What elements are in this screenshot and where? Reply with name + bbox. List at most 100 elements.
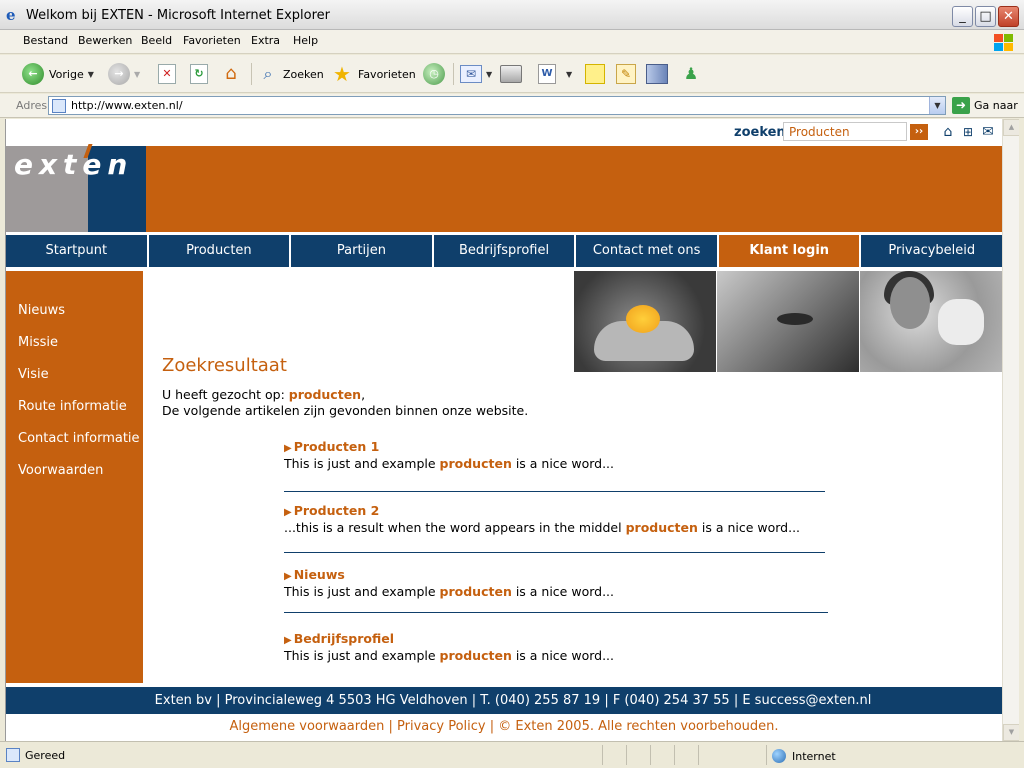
back-button[interactable]: ← Vorige ▼	[22, 60, 94, 88]
printer-icon	[500, 65, 522, 83]
edit-button[interactable]: W ▼	[538, 60, 572, 88]
minimize-button[interactable]: _	[952, 6, 973, 27]
search-button[interactable]: ⌕ Zoeken	[258, 60, 324, 88]
menu-bestand[interactable]: Bestand	[23, 34, 68, 47]
address-field[interactable]: http://www.exten.nl/ ▼	[48, 96, 946, 115]
maximize-button[interactable]: □	[975, 6, 996, 27]
logo-wordmark: exten	[14, 148, 134, 181]
menu-bewerken[interactable]: Bewerken	[78, 34, 132, 47]
scroll-up-icon[interactable]: ▲	[1003, 119, 1019, 136]
research-icon: ✎	[616, 64, 636, 84]
result-title-link[interactable]: ▶ Bedrijfsprofiel	[284, 631, 824, 646]
security-zone: Internet	[772, 749, 836, 763]
scroll-down-icon[interactable]: ▼	[1003, 724, 1019, 741]
chevron-down-icon: ▼	[134, 69, 141, 79]
result-item: ▶ Nieuws This is just and example product…	[284, 567, 824, 599]
sitemap-icon[interactable]: ⊞	[960, 124, 976, 140]
result-title-link[interactable]: ▶ Producten 1	[284, 439, 824, 454]
address-url[interactable]: http://www.exten.nl/	[71, 99, 183, 112]
toolbar-separator	[453, 63, 454, 85]
discuss-button[interactable]	[585, 60, 605, 88]
internet-explorer-icon: e	[6, 6, 16, 24]
chevron-down-icon: ▼	[566, 69, 573, 79]
main-nav: Startpunt Producten Partijen Bedrijfspro…	[6, 235, 1003, 267]
sidebar-item-route[interactable]: Route informatie	[18, 399, 127, 414]
stop-icon: ✕	[158, 64, 176, 84]
menu-bar: Bestand Bewerken Beeld Favorieten Extra …	[0, 30, 1024, 54]
triangle-right-icon: ▶	[284, 571, 292, 582]
photo-hands-flower	[574, 271, 716, 372]
sidebar-item-voorwaarden[interactable]: Voorwaarden	[18, 463, 103, 478]
window-titlebar: e Welkom bij EXTEN - Microsoft Internet …	[0, 0, 1024, 30]
sidebar-item-visie[interactable]: Visie	[18, 367, 49, 382]
favorites-button[interactable]: ★ Favorieten	[331, 60, 416, 88]
toolbar-separator	[251, 63, 252, 85]
page-title: Zoekresultaat	[162, 355, 287, 376]
nav-producten[interactable]: Producten	[148, 235, 292, 267]
footer-address: Exten bv | Provincialeweg 4 5503 HG Veld…	[6, 687, 1019, 714]
result-title-link[interactable]: ▶ Nieuws	[284, 567, 824, 582]
query-line: U heeft gezocht op: producten,	[162, 387, 366, 402]
exten-logo[interactable]: exten	[6, 144, 146, 232]
windows-logo-icon	[992, 32, 1014, 52]
sidebar-item-contact[interactable]: Contact informatie	[18, 431, 140, 446]
chevron-down-icon: ▼	[486, 69, 493, 79]
chevron-down-icon[interactable]: ▼	[929, 97, 945, 114]
window-title: Welkom bij EXTEN - Microsoft Internet Ex…	[26, 8, 331, 23]
globe-icon	[772, 749, 786, 763]
nav-contact[interactable]: Contact met ons	[576, 235, 719, 267]
mail-icon[interactable]: ✉	[980, 124, 996, 140]
go-arrow-icon: ➜	[952, 97, 970, 114]
photo-man-face	[717, 271, 859, 372]
menu-favorieten[interactable]: Favorieten	[183, 34, 241, 47]
menu-beeld[interactable]: Beeld	[141, 34, 172, 47]
history-icon: ◷	[423, 63, 445, 85]
menu-help[interactable]: Help	[293, 34, 318, 47]
site-search-row: zoeken ›› ⌂ ⊞ ✉	[6, 119, 1002, 146]
nav-privacybeleid[interactable]: Privacybeleid	[861, 235, 1003, 267]
address-bar: Adres http://www.exten.nl/ ▼ ➜ Ga naar	[0, 94, 1024, 118]
forward-arrow-icon: →	[108, 63, 130, 85]
history-button[interactable]: ◷	[423, 60, 445, 88]
status-text: Gereed	[25, 749, 66, 762]
result-item: ▶ Producten 1 This is just and example pr…	[284, 439, 824, 471]
nav-partijen[interactable]: Partijen	[291, 235, 434, 267]
close-icon: ✕	[1003, 9, 1014, 24]
triangle-right-icon: ▶	[284, 443, 292, 454]
sidebar-item-nieuws[interactable]: Nieuws	[18, 303, 65, 318]
messenger-icon: ♟	[683, 64, 699, 83]
result-item: ▶ Bedrijfsprofiel This is just and exampl…	[284, 631, 824, 663]
media-button[interactable]	[646, 60, 668, 88]
nav-startpunt[interactable]: Startpunt	[6, 235, 149, 267]
media-icon	[646, 64, 668, 84]
back-arrow-icon: ←	[22, 63, 44, 85]
triangle-right-icon: ▶	[284, 635, 292, 646]
chevron-down-icon: ▼	[87, 69, 94, 79]
messenger-button[interactable]: ♟	[680, 60, 702, 88]
menu-extra[interactable]: Extra	[251, 34, 280, 47]
search-submit-button[interactable]: ››	[910, 124, 928, 140]
page-icon	[52, 99, 66, 113]
sidebar-item-missie[interactable]: Missie	[18, 335, 58, 350]
vertical-scrollbar[interactable]: ▲ ▼	[1002, 119, 1019, 741]
forward-button[interactable]: → ▼	[108, 60, 140, 88]
refresh-icon: ↻	[190, 64, 208, 84]
research-button[interactable]: ✎	[616, 60, 636, 88]
home-button[interactable]: ⌂	[220, 60, 242, 88]
stop-button[interactable]: ✕	[158, 60, 176, 88]
site-search-input[interactable]	[783, 122, 907, 141]
toolbar: ← Vorige ▼ → ▼ ✕ ↻ ⌂ ⌕ Zoeken ★ Favoriet…	[0, 55, 1024, 93]
go-button[interactable]: ➜ Ga naar	[952, 97, 1018, 114]
photo-woman-gesturing	[860, 271, 1002, 372]
word-document-icon: W	[538, 64, 556, 84]
footer-legal[interactable]: Algemene voorwaarden | Privacy Policy | …	[6, 716, 1002, 738]
refresh-button[interactable]: ↻	[190, 60, 208, 88]
nav-bedrijfsprofiel[interactable]: Bedrijfsprofiel	[433, 235, 577, 267]
close-button[interactable]: ✕	[998, 6, 1019, 27]
result-title-link[interactable]: ▶ Producten 2	[284, 503, 824, 518]
mail-button[interactable]: ✉ ▼	[460, 60, 492, 88]
page-viewport: zoeken ›› ⌂ ⊞ ✉ exten Startpunt Producte…	[5, 119, 1019, 741]
home-icon[interactable]: ⌂	[940, 124, 956, 140]
print-button[interactable]	[500, 60, 522, 88]
nav-klant-login[interactable]: Klant login	[718, 235, 862, 267]
